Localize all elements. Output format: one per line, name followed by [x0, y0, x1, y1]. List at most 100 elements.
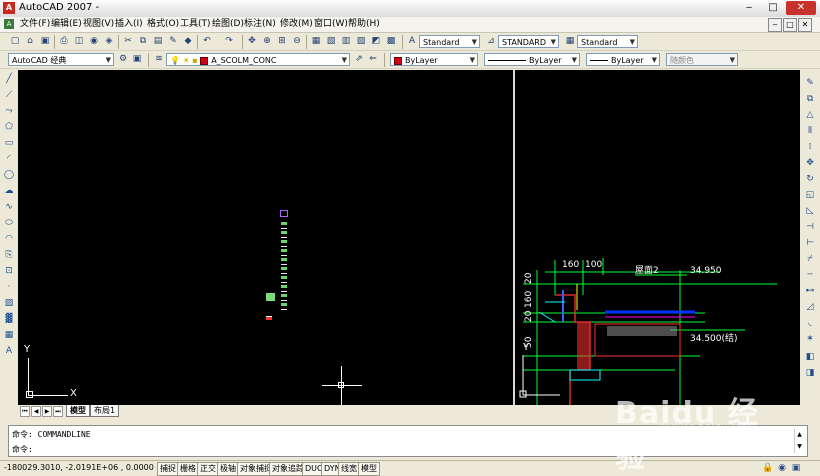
command-input[interactable]: 命令: — [12, 444, 33, 455]
markup-icon[interactable]: ◩ — [369, 34, 383, 48]
arc-icon[interactable]: ◜ — [2, 152, 16, 166]
chamfer-icon[interactable]: ◿ — [803, 300, 817, 314]
menu-view[interactable]: 视图(V) — [83, 18, 114, 31]
menu-draw[interactable]: 绘图(D) — [212, 18, 244, 31]
copy-icon[interactable]: ⧉ — [136, 34, 150, 48]
copy-object-icon[interactable]: ⧉ — [803, 92, 817, 106]
publish-icon[interactable]: ◉ — [87, 34, 101, 48]
mdi-minimize-button[interactable]: ‒ — [768, 18, 782, 32]
offset-icon[interactable]: ⫴ — [803, 124, 817, 138]
coordinates-readout[interactable]: -180029.3010, -2.0191E+06 , 0.0000 — [4, 463, 154, 472]
fillet-icon[interactable]: ◟ — [803, 316, 817, 330]
command-scrollbar[interactable]: ▲ ▼ — [794, 429, 804, 453]
zoom-window-icon[interactable]: ⊞ — [275, 34, 289, 48]
undo-icon[interactable]: ↶ — [200, 34, 214, 48]
explode-icon[interactable]: ✶ — [803, 332, 817, 346]
zoom-previous-icon[interactable]: ⊖ — [290, 34, 304, 48]
join-icon[interactable]: ⊷ — [803, 284, 817, 298]
polygon-icon[interactable]: ⬠ — [2, 120, 16, 134]
menu-edit[interactable]: 编辑(E) — [51, 18, 82, 31]
rotate-icon[interactable]: ↻ — [803, 172, 817, 186]
lineweight-control-select[interactable]: ByLayer ▼ — [586, 53, 660, 66]
next-tab-button[interactable]: ▶ — [42, 406, 52, 417]
break-icon[interactable]: ╌ — [803, 268, 817, 282]
break-at-point-icon[interactable]: ⌿ — [803, 252, 817, 266]
save-icon[interactable]: ▣ — [38, 34, 52, 48]
workspace-select[interactable]: AutoCAD 经典 ▼ — [8, 53, 114, 66]
array-icon[interactable]: ⁞ — [803, 140, 817, 154]
menu-modify[interactable]: 修改(M) — [280, 18, 313, 31]
previous-tab-button[interactable]: ◀ — [31, 406, 41, 417]
tab-layout1[interactable]: 布局1 — [90, 405, 120, 417]
drawing-object-column[interactable] — [280, 210, 288, 310]
erase-icon[interactable]: ✎ — [803, 76, 817, 90]
circle-icon[interactable]: ◯ — [2, 168, 16, 182]
insert-block-icon[interactable]: ⎘ — [2, 248, 16, 262]
revision-cloud-icon[interactable]: ☁ — [2, 184, 16, 198]
drawing-canvas[interactable]: Y X 160 100 屋面2 34.950 34.500(结) 20 160 … — [18, 70, 800, 406]
drawing-object-red-mark[interactable] — [266, 316, 272, 320]
stretch-icon[interactable]: ◺ — [803, 204, 817, 218]
workspace-settings-icon[interactable]: ⚙ — [116, 52, 130, 66]
menu-dimension[interactable]: 标注(N) — [244, 18, 276, 31]
calculator-icon[interactable]: ▩ — [384, 34, 398, 48]
match-properties-icon[interactable]: ✎ — [166, 34, 180, 48]
extend-icon[interactable]: ⊢ — [803, 236, 817, 250]
sheet-set-icon[interactable]: ▨ — [354, 34, 368, 48]
maximize-button[interactable]: □ — [762, 1, 784, 15]
scale-icon[interactable]: ◱ — [803, 188, 817, 202]
menu-window[interactable]: 窗口(W) — [314, 18, 348, 31]
mdi-close-button[interactable]: ✕ — [798, 18, 812, 32]
construction-line-icon[interactable]: ⟋ — [2, 88, 16, 102]
ellipse-arc-icon[interactable]: ◠ — [2, 232, 16, 246]
snap-toggle[interactable]: 捕捉 — [157, 462, 179, 476]
drawing-object-small-block[interactable] — [266, 293, 275, 301]
move-icon[interactable]: ✥ — [803, 156, 817, 170]
pan-icon[interactable]: ✥ — [245, 34, 259, 48]
hatch-icon[interactable]: ▨ — [2, 296, 16, 310]
make-object-layer-current-icon[interactable]: ⇗ — [352, 52, 366, 66]
multiline-text-icon[interactable]: A — [2, 344, 16, 358]
document-system-icon[interactable]: A — [4, 19, 14, 29]
table-style-icon[interactable]: ▦ — [563, 34, 577, 48]
linetype-control-select[interactable]: ByLayer ▼ — [484, 53, 580, 66]
menu-format[interactable]: 格式(O) — [147, 18, 179, 31]
design-center-icon[interactable]: ▧ — [324, 34, 338, 48]
rectangle-icon[interactable]: ▭ — [2, 136, 16, 150]
3d-dwf-icon[interactable]: ◈ — [102, 34, 116, 48]
mirror-icon[interactable]: △ — [803, 108, 817, 122]
text-style-icon[interactable]: A — [405, 34, 419, 48]
line-icon[interactable]: ╱ — [2, 72, 16, 86]
layer-previous-icon[interactable]: ⇐ — [366, 52, 380, 66]
layer-manager-icon[interactable]: ≋ — [152, 52, 166, 66]
close-button[interactable]: ✕ — [786, 1, 816, 15]
paste-icon[interactable]: ▤ — [151, 34, 165, 48]
table-icon[interactable]: ▦ — [2, 328, 16, 342]
color-control-select[interactable]: ByLayer ▼ — [390, 53, 478, 66]
properties-icon[interactable]: ▦ — [309, 34, 323, 48]
ortho-toggle[interactable]: 正交 — [197, 462, 219, 476]
model-space-toggle[interactable]: 模型 — [358, 462, 380, 476]
zoom-realtime-icon[interactable]: ⊕ — [260, 34, 274, 48]
cut-icon[interactable]: ✂ — [121, 34, 135, 48]
menu-tools[interactable]: 工具(T) — [180, 18, 211, 31]
table-style-select[interactable]: Standard ▼ — [577, 35, 638, 48]
text-style-select[interactable]: Standard ▼ — [419, 35, 480, 48]
tab-model[interactable]: 模型 — [66, 405, 90, 417]
my-workspace-icon[interactable]: ▣ — [130, 52, 144, 66]
point-icon[interactable]: · — [2, 280, 16, 294]
print-preview-icon[interactable]: ◫ — [72, 34, 86, 48]
draw-order-icon[interactable]: ◧ — [803, 350, 817, 364]
open-folder-icon[interactable]: ⌂ — [23, 34, 37, 48]
print-icon[interactable]: ⎙ — [57, 34, 71, 48]
ellipse-icon[interactable]: ⬭ — [2, 216, 16, 230]
lineweight-toggle[interactable]: 线宽 — [338, 462, 360, 476]
redo-icon[interactable]: ↷ — [222, 34, 236, 48]
gradient-icon[interactable]: ▓ — [2, 312, 16, 326]
tool-palettes-icon[interactable]: ▥ — [339, 34, 353, 48]
polyline-icon[interactable]: ⤳ — [2, 104, 16, 118]
last-tab-button[interactable]: ⏭ — [53, 406, 63, 417]
spline-icon[interactable]: ∿ — [2, 200, 16, 214]
minimize-button[interactable]: ‒ — [738, 1, 760, 15]
autocad-app-icon[interactable]: A — [3, 2, 15, 14]
